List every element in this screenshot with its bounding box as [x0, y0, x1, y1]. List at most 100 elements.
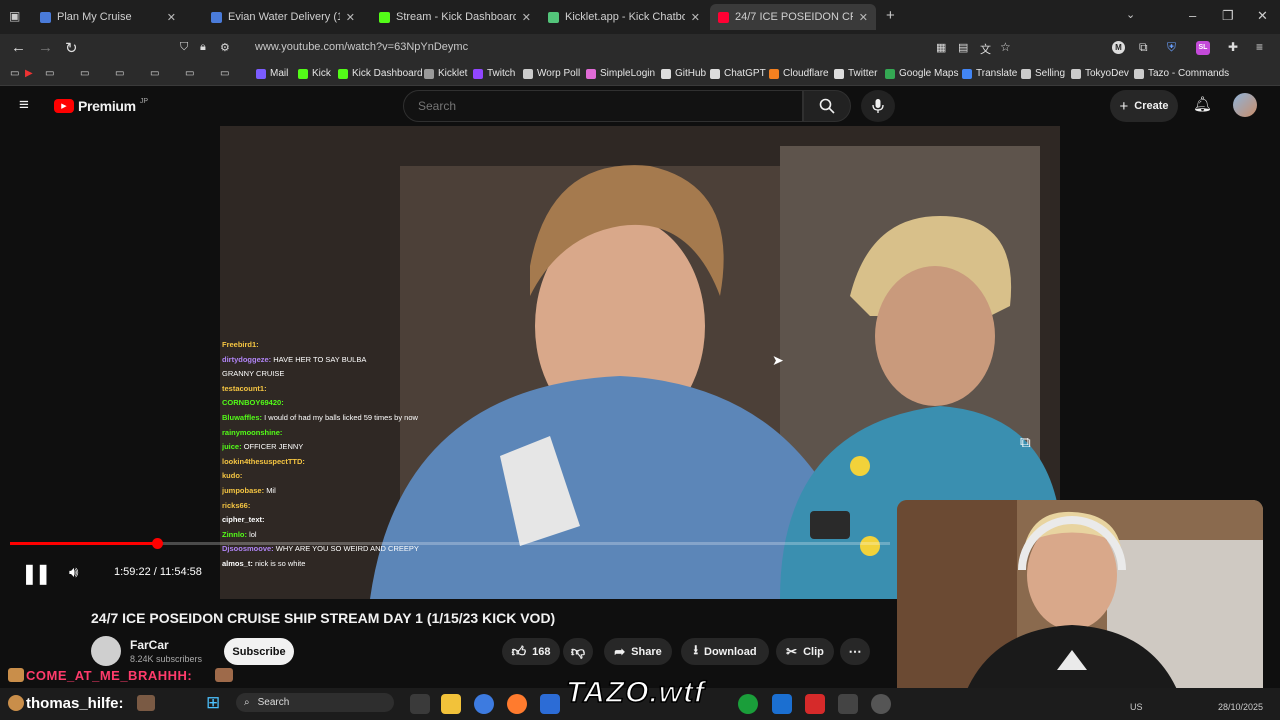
bookmark-item[interactable]: ChatGPT	[710, 68, 766, 79]
reload-icon[interactable]: ↻	[65, 39, 78, 57]
language-indicator[interactable]: US	[1130, 702, 1143, 712]
tab-close-icon[interactable]: ✕	[346, 11, 355, 24]
bookmark-item[interactable]: Tazo - Commands	[1134, 68, 1229, 79]
extensions-icon[interactable]: ⧉	[1139, 40, 1148, 55]
progress-scrubber[interactable]	[151, 538, 163, 549]
new-tab-button[interactable]: +	[886, 7, 895, 24]
restore-button[interactable]: ❐	[1222, 8, 1234, 24]
app-icon[interactable]	[805, 694, 825, 714]
volume-icon[interactable]: 🔊︎	[69, 564, 78, 581]
store-icon[interactable]	[540, 694, 560, 714]
file-explorer-icon[interactable]	[441, 694, 461, 714]
dislike-button[interactable]: 👎︎	[563, 638, 593, 665]
address-bar-row: ← → ↻ ⛉ 🔒︎ ⚙ www.youtube.com/watch?v=63N…	[0, 34, 1280, 62]
bookmark-item[interactable]: Cloudflare	[769, 68, 829, 79]
voice-search-button[interactable]	[861, 90, 895, 122]
xbox-icon[interactable]	[738, 694, 758, 714]
chat-message: rainymoonshine:	[222, 426, 422, 441]
app-icon[interactable]	[772, 694, 792, 714]
hamburger-menu-icon[interactable]: ≡	[19, 95, 29, 115]
tab[interactable]: Kicklet.app - Kick Chatbot and C ✕	[540, 4, 708, 30]
bookmark-item[interactable]: Google Maps	[885, 68, 958, 79]
download-button[interactable]: ⭳ Download	[681, 638, 769, 665]
puzzle-icon[interactable]: ✚	[1228, 40, 1238, 54]
youtube-premium-logo[interactable]: ▶ Premium JP	[54, 98, 148, 114]
tab[interactable]: Plan My Cruise ✕	[32, 4, 184, 30]
shield-icon[interactable]: ⛉	[180, 41, 188, 54]
bookmark-label: Google Maps	[899, 68, 959, 79]
pip-icon[interactable]: ⧉	[1020, 434, 1031, 451]
bookmark-item[interactable]: SimpleLogin	[586, 68, 655, 79]
task-view-icon[interactable]	[410, 694, 430, 714]
windows-start-icon[interactable]: ⊞	[206, 693, 220, 713]
folder-icon[interactable]: ▭	[10, 68, 19, 79]
subscribe-button[interactable]: Subscribe	[224, 638, 294, 665]
simplelogin-icon[interactable]: SL	[1196, 41, 1210, 55]
url-field[interactable]: www.youtube.com/watch?v=63NpYnDeymc	[255, 41, 468, 53]
copilot-icon[interactable]	[474, 694, 494, 714]
like-button[interactable]: 👍︎ 168	[502, 638, 560, 665]
minimize-button[interactable]: –	[1189, 8, 1196, 23]
bookmark-item[interactable]: Kicklet	[424, 68, 467, 79]
tab-close-icon[interactable]: ✕	[522, 11, 531, 24]
screenshot-icon[interactable]: ▦	[936, 41, 946, 54]
bookmark-item[interactable]: Twitter	[834, 68, 877, 79]
tab-actions-icon[interactable]: ▣	[9, 9, 20, 23]
search-box[interactable]	[403, 90, 803, 122]
folder-icon[interactable]: ▭	[220, 68, 229, 79]
share-button[interactable]: ➦ Share	[604, 638, 672, 665]
bookmark-item[interactable]: Kick Dashboard	[338, 68, 423, 79]
bookmark-item[interactable]: GitHub	[661, 68, 706, 79]
folder-icon[interactable]: ▭	[115, 68, 124, 79]
folder-icon[interactable]: ▭	[185, 68, 194, 79]
folder-icon[interactable]: ▭	[80, 68, 89, 79]
tab-close-icon[interactable]: ✕	[167, 11, 176, 24]
obs-icon[interactable]	[871, 694, 891, 714]
chat-username: Zinnlo:	[222, 529, 247, 539]
search-button[interactable]	[803, 90, 851, 122]
site-settings-icon[interactable]: ⚙	[220, 41, 230, 54]
tab-list-icon[interactable]: ⌄	[1126, 8, 1135, 21]
epic-games-icon[interactable]	[838, 694, 858, 714]
more-actions-button[interactable]: ⋯	[840, 638, 870, 665]
account-avatar[interactable]	[1233, 93, 1257, 117]
tab[interactable]: Evian Water Delivery (12 or 24 B ✕	[203, 4, 363, 30]
bookmark-item[interactable]: Translate	[962, 68, 1017, 79]
notifications-bell-icon[interactable]: 🔔︎	[1193, 95, 1212, 113]
progress-bar[interactable]	[10, 538, 890, 549]
bookmark-star-icon[interactable]: ☆	[1000, 40, 1011, 54]
tab-close-icon[interactable]: ✕	[691, 11, 700, 24]
system-clock[interactable]: 28/10/2025	[1218, 702, 1263, 712]
bookmark-item[interactable]: Kick	[298, 68, 331, 79]
clip-button[interactable]: ✂ Clip	[776, 638, 834, 665]
bookmark-item[interactable]: Selling	[1021, 68, 1065, 79]
create-button[interactable]: + Create	[1110, 90, 1178, 122]
search-input[interactable]	[404, 91, 802, 121]
channel-avatar[interactable]	[91, 636, 121, 666]
menu-icon[interactable]: ≡	[1256, 40, 1263, 54]
tab[interactable]: Stream - Kick Dashboard ✕	[371, 4, 539, 30]
firefox-icon[interactable]	[507, 694, 527, 714]
tab-title: Stream - Kick Dashboard	[396, 11, 516, 23]
tab[interactable]: 24/7 ICE POSEIDON CRUISE ✕	[710, 4, 876, 30]
taskbar-search[interactable]: ⌕ Search	[236, 693, 394, 712]
vpn-icon[interactable]: ⛨	[1167, 40, 1176, 55]
folder-icon[interactable]: ▭	[45, 68, 54, 79]
extension-m-icon[interactable]: M	[1112, 41, 1125, 54]
bookmark-item[interactable]: Mail	[256, 68, 288, 79]
forward-icon[interactable]: →	[38, 39, 53, 56]
bookmark-item[interactable]: Worp Poll	[523, 68, 580, 79]
youtube-bookmark-icon[interactable]: ▶	[25, 68, 33, 79]
channel-name[interactable]: FarCar	[130, 638, 169, 652]
translate-icon[interactable]: 文	[980, 41, 991, 57]
bookmark-item[interactable]: TokyoDev	[1071, 68, 1129, 79]
lock-icon[interactable]: 🔒︎	[200, 41, 206, 54]
reader-icon[interactable]: ▤	[958, 41, 968, 54]
bookmark-favicon-icon	[338, 68, 348, 79]
pause-button[interactable]: ❚❚	[21, 561, 51, 586]
folder-icon[interactable]: ▭	[150, 68, 159, 79]
tab-close-icon[interactable]: ✕	[859, 11, 868, 24]
back-icon[interactable]: ←	[11, 39, 26, 56]
bookmark-item[interactable]: Twitch	[473, 68, 515, 79]
close-window-button[interactable]: ✕	[1257, 8, 1268, 24]
